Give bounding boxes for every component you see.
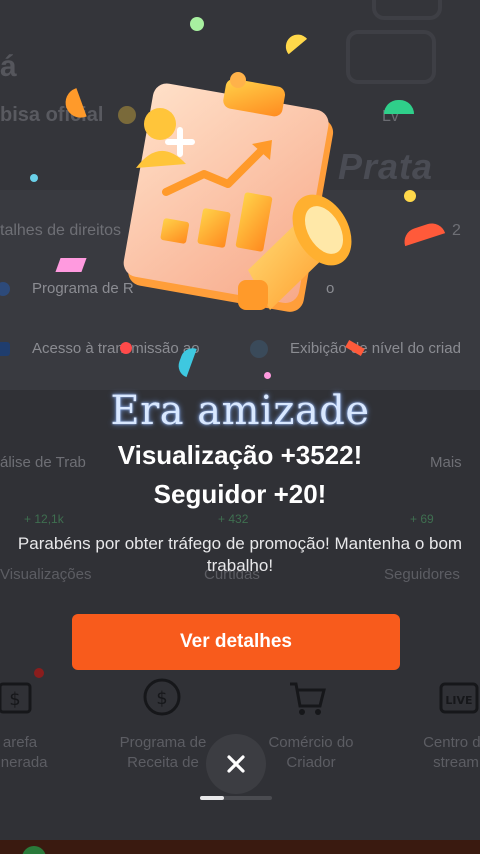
page-indicator-active [200,796,224,800]
confetti-dot [30,174,38,182]
confetti-dot [190,17,204,31]
confetti-piece [55,258,87,272]
promotion-clipboard-illustration [123,72,352,312]
close-button[interactable] [206,734,266,794]
confetti-dot [120,342,132,354]
followers-gain-text: Seguidor +20! [153,479,327,509]
confetti-dot [404,190,416,202]
close-icon [227,755,245,773]
congrats-message: Parabéns por obter tráfego de promoção! … [17,534,463,575]
confetti-dot [264,372,271,379]
reward-title: Era amizade [110,388,370,434]
view-details-button[interactable]: Ver detalhes [72,614,400,670]
views-gain-text: Visualização +3522! [117,440,363,470]
